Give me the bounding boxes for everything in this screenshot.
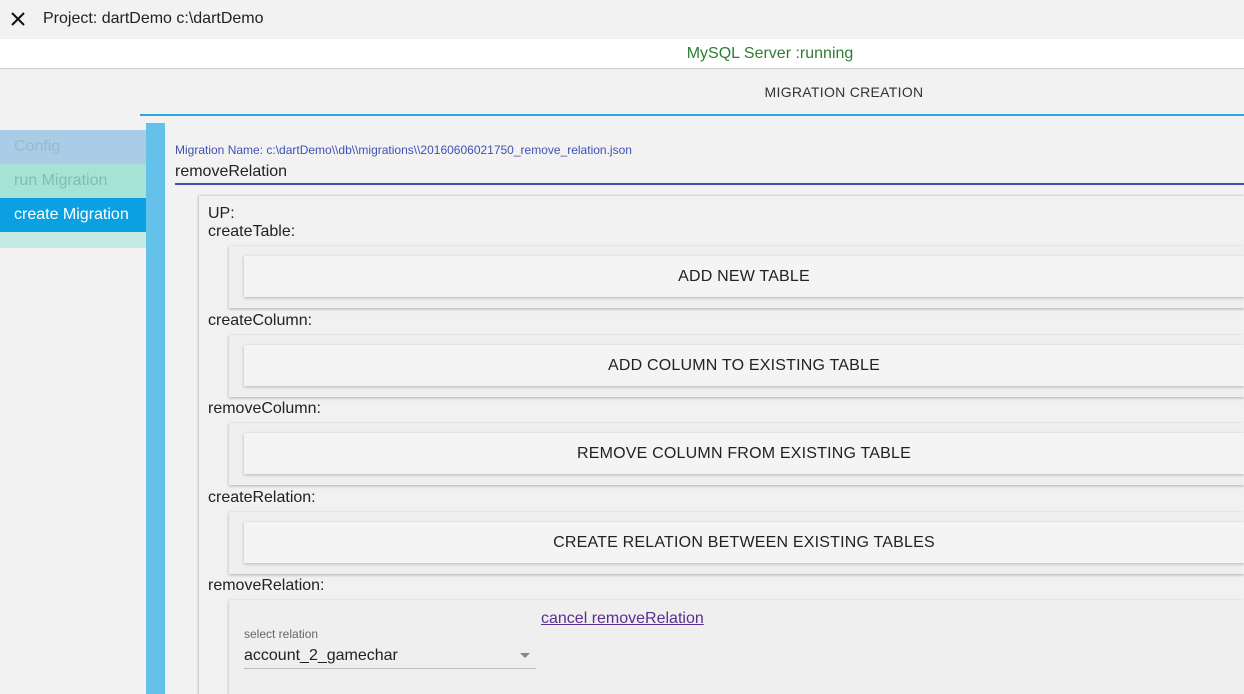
title-bar: Project: dartDemo c:\dartDemo <box>0 0 1244 39</box>
sidebar: Config run Migration create Migration <box>0 130 146 248</box>
remove-relation-card: cancel removeRelation select relation ac… <box>229 600 1244 694</box>
cancel-remove-relation-link[interactable]: cancel removeRelation <box>541 610 704 628</box>
content-accent-bar <box>146 123 165 694</box>
window-title: Project: dartDemo c:\dartDemo <box>43 10 264 27</box>
sidebar-item-create-migration[interactable]: create Migration <box>0 198 146 232</box>
up-heading: UP: <box>208 205 235 222</box>
remove-relation-label: removeRelation: <box>208 577 325 594</box>
create-relation-card: CREATE RELATION BETWEEN EXISTING TABLES <box>229 512 1244 574</box>
create-relation-label: createRelation: <box>208 489 316 506</box>
server-status-text: MySQL Server :running <box>686 45 854 62</box>
create-table-label: createTable: <box>208 223 296 240</box>
migration-name-label: Migration Name: c:\dartDemo\\db\\migrati… <box>175 143 632 157</box>
add-column-button[interactable]: ADD COLUMN TO EXISTING TABLE <box>244 345 1244 386</box>
migration-panel: Migration Name: c:\dartDemo\\db\\migrati… <box>165 116 1244 694</box>
app-window: Project: dartDemo c:\dartDemo MySQL Serv… <box>0 0 1244 694</box>
up-section: UP: createTable: ADD NEW TABLE createCol… <box>199 196 1244 694</box>
add-new-table-button[interactable]: ADD NEW TABLE <box>244 256 1244 297</box>
dropdown-arrow-icon <box>520 653 530 658</box>
status-bar: MySQL Server :running <box>0 39 1244 69</box>
remove-column-label: removeColumn: <box>208 400 321 417</box>
relation-select-value: account_2_gamechar <box>244 647 398 664</box>
sidebar-spacer <box>0 232 146 248</box>
sidebar-item-run-migration[interactable]: run Migration <box>0 164 146 198</box>
close-icon[interactable] <box>8 9 28 29</box>
sidebar-item-config[interactable]: Config <box>0 130 146 164</box>
tab-migration-creation[interactable]: MIGRATION CREATION <box>140 84 1244 100</box>
migration-name-input[interactable] <box>175 161 1235 183</box>
tab-header: MIGRATION CREATION <box>140 70 1244 116</box>
create-table-card: ADD NEW TABLE <box>229 246 1244 308</box>
relation-select[interactable]: account_2_gamechar <box>244 645 536 669</box>
migration-name-field-wrap <box>175 161 1244 185</box>
create-column-label: createColumn: <box>208 312 313 329</box>
remove-column-button[interactable]: REMOVE COLUMN FROM EXISTING TABLE <box>244 433 1244 474</box>
select-relation-label: select relation <box>244 627 319 641</box>
remove-column-card: REMOVE COLUMN FROM EXISTING TABLE <box>229 423 1244 485</box>
create-relation-button[interactable]: CREATE RELATION BETWEEN EXISTING TABLES <box>244 522 1244 563</box>
create-column-card: ADD COLUMN TO EXISTING TABLE <box>229 335 1244 397</box>
